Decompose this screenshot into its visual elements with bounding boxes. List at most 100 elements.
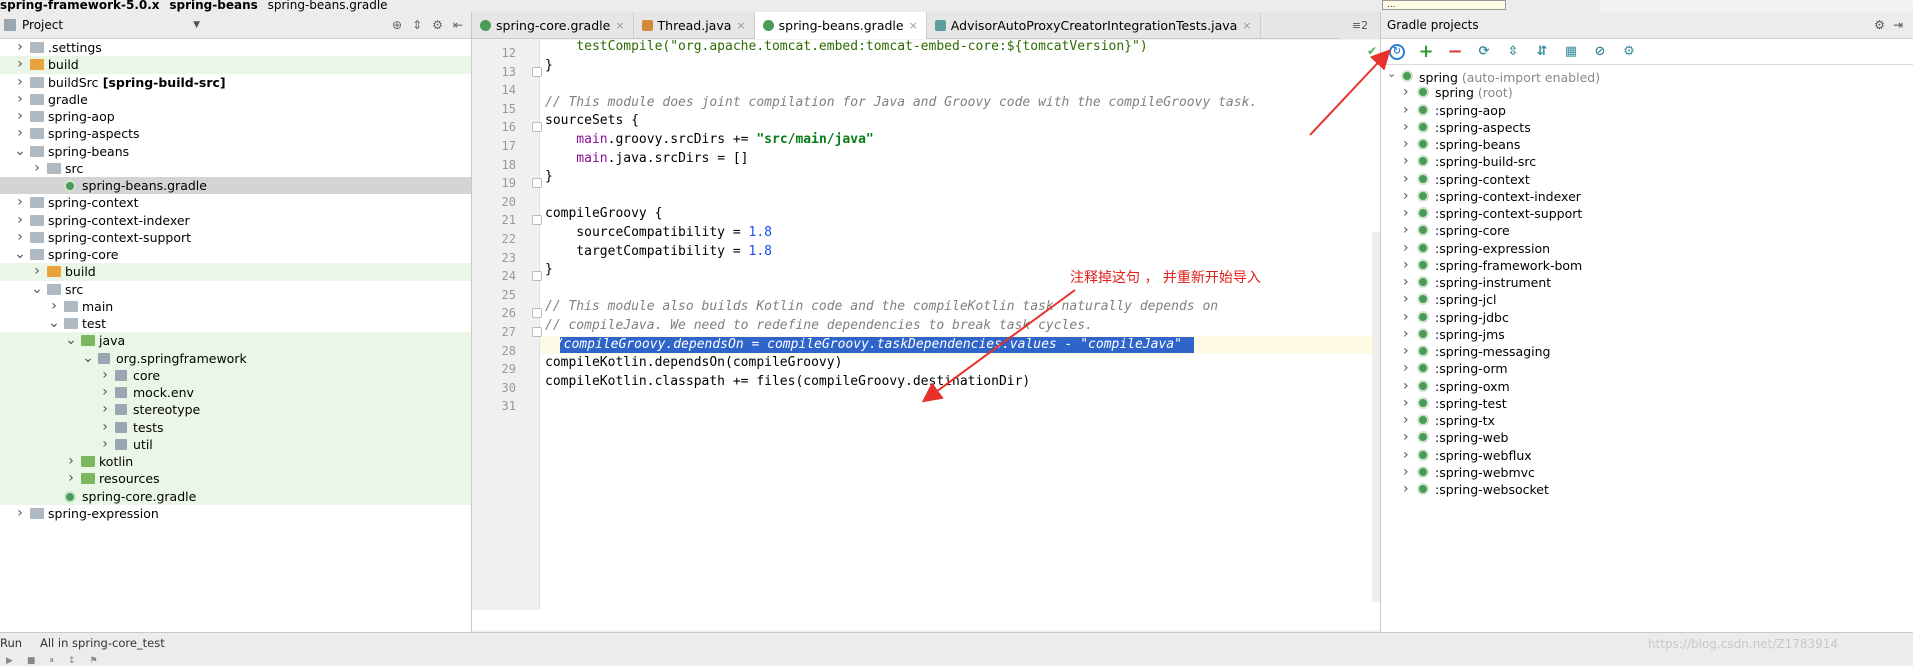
tree-row[interactable]: › gradle bbox=[0, 91, 471, 108]
filter-icon[interactable]: ⚑ bbox=[90, 656, 98, 666]
chevron-right-icon[interactable]: › bbox=[1403, 429, 1409, 446]
pause-icon[interactable]: ⏸ bbox=[49, 656, 54, 666]
tree-row[interactable]: spring-core.gradle bbox=[0, 487, 471, 505]
chevron-down-icon[interactable]: ⌄ bbox=[82, 350, 94, 367]
editor-tab[interactable]: Thread.java × bbox=[634, 12, 755, 39]
tree-row[interactable]: › mock.env bbox=[0, 384, 471, 402]
chevron-right-icon[interactable]: › bbox=[1403, 257, 1409, 274]
tree-row[interactable]: › resources bbox=[0, 470, 471, 488]
chevron-right-icon[interactable]: › bbox=[99, 436, 111, 453]
chevron-right-icon[interactable]: › bbox=[1403, 378, 1409, 395]
editor-tab[interactable]: spring-beans.gradle × bbox=[754, 12, 927, 39]
close-icon[interactable]: × bbox=[736, 12, 745, 39]
chevron-right-icon[interactable]: › bbox=[48, 298, 60, 315]
tree-row[interactable]: ⌄ src bbox=[0, 281, 471, 298]
chevron-right-icon[interactable]: › bbox=[1403, 447, 1409, 464]
fold-marker-icon[interactable] bbox=[532, 327, 542, 337]
run-config-tab[interactable]: All in spring-core_test bbox=[40, 636, 165, 650]
fold-marker-icon[interactable] bbox=[532, 215, 542, 226]
project-pane-title[interactable]: Project bbox=[22, 18, 63, 32]
chevron-right-icon[interactable]: › bbox=[1403, 171, 1409, 188]
tree-row[interactable]: ⌄ spring-core bbox=[0, 246, 471, 263]
view-dropdown-icon[interactable]: ▼ bbox=[193, 20, 200, 30]
chevron-right-icon[interactable]: › bbox=[1403, 274, 1409, 291]
chevron-right-icon[interactable]: › bbox=[99, 401, 111, 418]
chevron-right-icon[interactable]: › bbox=[31, 160, 43, 177]
chevron-right-icon[interactable]: › bbox=[65, 453, 77, 470]
toggle-offline-icon[interactable]: ⊘ bbox=[1592, 44, 1608, 60]
chevron-right-icon[interactable]: › bbox=[1403, 291, 1409, 308]
chevron-right-icon[interactable]: › bbox=[99, 419, 111, 436]
chevron-right-icon[interactable]: › bbox=[1403, 481, 1409, 498]
chevron-right-icon[interactable]: › bbox=[14, 125, 26, 142]
chevron-right-icon[interactable]: › bbox=[14, 212, 26, 229]
chevron-right-icon[interactable]: › bbox=[14, 91, 26, 108]
tree-row[interactable]: ⌄ test bbox=[0, 315, 471, 332]
chevron-right-icon[interactable]: › bbox=[1403, 222, 1409, 239]
tree-row[interactable]: › main bbox=[0, 298, 471, 315]
chevron-down-icon[interactable]: ⌄ bbox=[48, 315, 60, 332]
tree-row[interactable]: › stereotype bbox=[0, 401, 471, 419]
fold-marker-icon[interactable] bbox=[532, 271, 542, 282]
chevron-right-icon[interactable]: › bbox=[1403, 119, 1409, 136]
chevron-down-icon[interactable]: ⌄ bbox=[14, 143, 26, 160]
tree-row[interactable]: spring-beans.gradle bbox=[0, 177, 471, 195]
chevron-down-icon[interactable]: ⌄ bbox=[31, 281, 43, 298]
chevron-right-icon[interactable]: › bbox=[1403, 395, 1409, 412]
rerun-icon[interactable]: ▶ bbox=[6, 656, 13, 666]
chevron-right-icon[interactable]: › bbox=[1403, 360, 1409, 377]
gear-icon[interactable]: ⚙ bbox=[1874, 18, 1885, 32]
expand-all-icon[interactable]: ⇳ bbox=[1505, 44, 1521, 60]
chevron-right-icon[interactable]: › bbox=[14, 194, 26, 211]
chevron-right-icon[interactable]: › bbox=[1403, 309, 1409, 326]
chevron-right-icon[interactable]: › bbox=[1403, 326, 1409, 343]
chevron-right-icon[interactable]: › bbox=[31, 263, 43, 280]
chevron-right-icon[interactable]: › bbox=[1403, 412, 1409, 429]
tree-row[interactable]: › spring-context-indexer bbox=[0, 212, 471, 229]
tree-row[interactable]: › core bbox=[0, 366, 471, 384]
fold-marker-icon[interactable] bbox=[532, 122, 542, 133]
chevron-right-icon[interactable]: › bbox=[1403, 464, 1409, 481]
chevron-right-icon[interactable]: › bbox=[99, 367, 111, 384]
close-icon[interactable]: × bbox=[1242, 12, 1251, 39]
tree-row[interactable]: › util bbox=[0, 435, 471, 453]
tree-row[interactable]: › spring-context-support bbox=[0, 229, 471, 246]
collapse-all-icon[interactable]: ⇕ bbox=[412, 18, 422, 32]
chevron-right-icon[interactable]: › bbox=[14, 229, 26, 246]
chevron-right-icon[interactable]: › bbox=[1403, 240, 1409, 257]
tree-row[interactable]: › buildSrc [spring-build-src] bbox=[0, 74, 471, 91]
add-project-icon[interactable]: + bbox=[1418, 42, 1434, 60]
fold-marker-icon[interactable] bbox=[532, 66, 542, 77]
hide-pane-icon[interactable]: ⇤ bbox=[453, 18, 463, 32]
fold-marker-icon[interactable] bbox=[532, 178, 542, 189]
collapse-all-icon[interactable]: ⇵ bbox=[1534, 44, 1550, 60]
tree-row[interactable]: › kotlin bbox=[0, 453, 471, 471]
close-icon[interactable]: × bbox=[909, 12, 918, 39]
tree-row[interactable]: ⌄ spring-beans bbox=[0, 143, 471, 160]
chevron-right-icon[interactable]: › bbox=[1403, 84, 1409, 101]
stop-icon[interactable]: ■ bbox=[27, 656, 36, 666]
execute-task-icon[interactable]: ⟳ bbox=[1476, 44, 1492, 60]
tree-row[interactable]: ⌄ org.springframework bbox=[0, 349, 471, 367]
group-modules-icon[interactable]: ▦ bbox=[1563, 44, 1579, 60]
chevron-right-icon[interactable]: › bbox=[14, 505, 26, 522]
editor-scrollbar[interactable] bbox=[1372, 232, 1380, 602]
editor-tab[interactable]: spring-core.gradle × bbox=[472, 12, 634, 39]
remove-project-icon[interactable]: − bbox=[1447, 42, 1463, 60]
chevron-right-icon[interactable]: › bbox=[1403, 102, 1409, 119]
chevron-right-icon[interactable]: › bbox=[1403, 343, 1409, 360]
gradle-settings-icon[interactable]: ⚙ bbox=[1621, 44, 1637, 60]
chevron-right-icon[interactable]: › bbox=[14, 74, 26, 91]
chevron-right-icon[interactable]: › bbox=[1403, 205, 1409, 222]
chevron-right-icon[interactable]: › bbox=[14, 56, 26, 73]
editor-tab[interactable]: AdvisorAutoProxyCreatorIntegrationTests.… bbox=[927, 12, 1261, 39]
tree-row[interactable]: › spring-aspects bbox=[0, 125, 471, 142]
chevron-right-icon[interactable]: › bbox=[1403, 153, 1409, 170]
chevron-right-icon[interactable]: › bbox=[1403, 188, 1409, 205]
tree-row[interactable]: › tests bbox=[0, 418, 471, 436]
gear-icon[interactable]: ⚙ bbox=[432, 18, 443, 32]
tree-row[interactable]: › src bbox=[0, 160, 471, 177]
breadcrumb-project[interactable]: spring-framework-5.0.x bbox=[0, 0, 160, 11]
tree-row[interactable]: › spring-expression bbox=[0, 505, 471, 522]
hide-pane-icon[interactable]: ⇥ bbox=[1893, 18, 1903, 32]
